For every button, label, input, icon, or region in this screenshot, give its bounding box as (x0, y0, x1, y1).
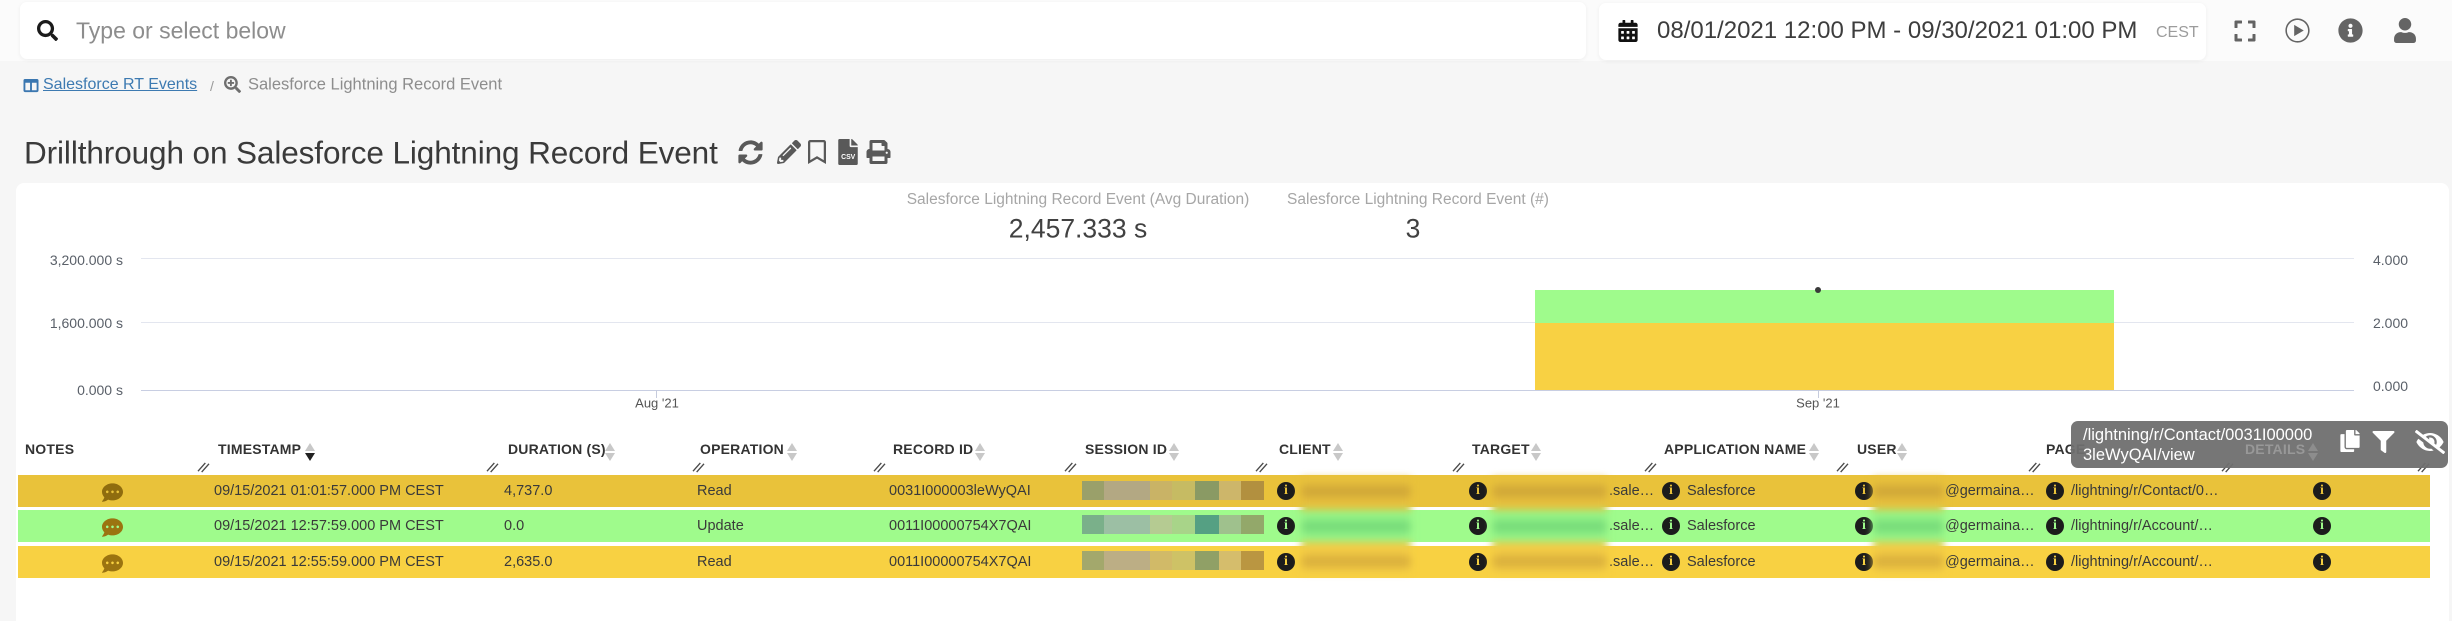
svg-text:CSV: CSV (841, 154, 856, 161)
